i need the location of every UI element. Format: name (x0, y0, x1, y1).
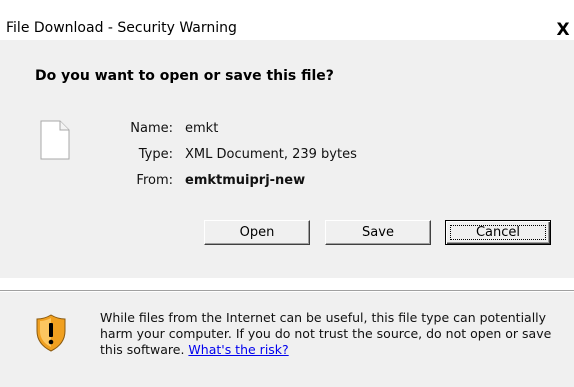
file-name-value: emkt (185, 121, 219, 136)
dialog-question: Do you want to open or save this file? (35, 68, 334, 84)
warning-text: While files from the Internet can be use… (100, 310, 552, 357)
cancel-button-label: Cancel (450, 225, 546, 240)
warning-message: While files from the Internet can be use… (100, 310, 565, 358)
file-type-row: Type: XML Document, 239 bytes (0, 146, 574, 164)
save-button[interactable]: Save (325, 220, 431, 245)
open-button-label: Open (239, 224, 275, 240)
title-bar: File Download - Security Warning X (0, 0, 574, 40)
file-type-label: Type: (138, 147, 173, 162)
cancel-button[interactable]: Cancel (445, 220, 551, 245)
whats-the-risk-link[interactable]: What's the risk? (188, 342, 288, 357)
file-type-value: XML Document, 239 bytes (185, 147, 357, 162)
file-name-row: Name: emkt (0, 120, 574, 138)
file-from-value: emktmuiprj-new (185, 173, 306, 188)
file-name-label: Name: (130, 121, 173, 136)
close-button[interactable]: X (553, 20, 573, 40)
file-from-row: From: emktmuiprj-new (0, 172, 574, 190)
window-title: File Download - Security Warning (6, 20, 237, 36)
file-from-label: From: (136, 173, 173, 188)
security-shield-icon (36, 314, 66, 352)
open-button[interactable]: Open (204, 220, 310, 245)
save-button-label: Save (362, 224, 394, 240)
